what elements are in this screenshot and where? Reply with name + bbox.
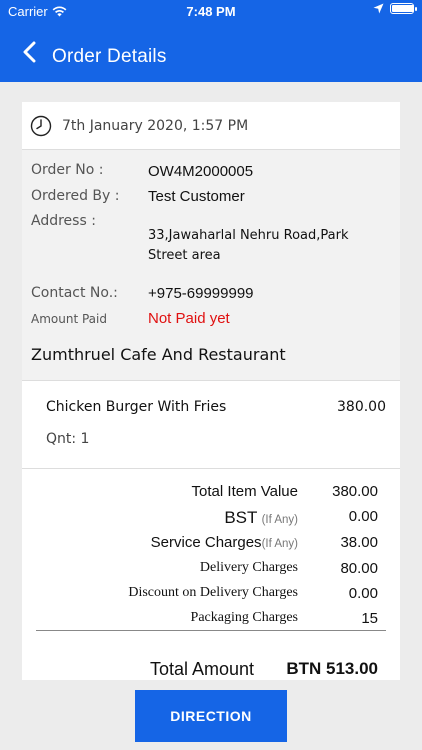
item-name: Chicken Burger With Fries [46, 399, 227, 415]
discount-label: Discount on Delivery Charges [128, 585, 298, 600]
service-charges-value: 38.00 [340, 534, 378, 551]
discount-value: 0.00 [348, 585, 378, 602]
bst-hint: (If Any) [261, 514, 298, 526]
contact-label: Contact No.: [31, 285, 118, 301]
service-charges-label: Service Charges [150, 534, 262, 551]
status-right [373, 3, 417, 14]
service-hint: (If Any) [261, 538, 298, 550]
service-charges-row: Service Charges(If Any) 38.00 [22, 534, 400, 558]
bst-label-group: BST (If Any) [224, 508, 298, 528]
delivery-charges-value: 80.00 [340, 560, 378, 577]
bst-value: 0.00 [348, 508, 378, 525]
order-card: 7th January 2020, 1:57 PM Order No : OW4… [22, 102, 400, 680]
total-amount-row: Total Amount BTN 513.00 [22, 659, 400, 680]
contact-value: +975-69999999 [148, 285, 254, 302]
bst-label: BST [224, 508, 258, 527]
order-no-value: OW4M2000005 [148, 163, 254, 180]
battery-icon [390, 3, 417, 14]
ordered-by-value: Test Customer [148, 188, 245, 205]
list-item: Chicken Burger With Fries 380.00 Qnt: 1 [22, 380, 400, 468]
clock-icon [30, 115, 52, 136]
amount-paid-label: Amount Paid [31, 312, 107, 326]
packaging-charges-value: 15 [361, 610, 378, 627]
back-button[interactable] [14, 37, 44, 67]
nav-bar: Order Details [0, 22, 422, 82]
payment-status: Not Paid yet [148, 310, 230, 327]
totals-section: Total Item Value 380.00 BST (If Any) 0.0… [22, 468, 400, 680]
total-amount-label: Total Amount [149, 659, 254, 679]
packaging-charges-label: Packaging Charges [190, 610, 298, 625]
total-item-value: 380.00 [332, 483, 378, 500]
address-label: Address : [31, 213, 96, 229]
status-time: 7:48 PM [186, 4, 236, 19]
order-date: 7th January 2020, 1:57 PM [62, 117, 249, 134]
discount-row: Discount on Delivery Charges 0.00 [22, 585, 400, 609]
item-price: 380.00 [337, 399, 386, 415]
bst-row: BST (If Any) 0.00 [22, 508, 400, 532]
order-info: Order No : OW4M2000005 Ordered By : Test… [22, 150, 400, 380]
page-title: Order Details [52, 46, 167, 67]
chevron-left-icon [23, 41, 36, 63]
delivery-charges-row: Delivery Charges 80.00 [22, 560, 400, 584]
totals-divider [36, 630, 386, 631]
total-item-value-label: Total Item Value [191, 483, 298, 500]
address-value: 33,Jawaharlal Nehru Road,Park Street are… [148, 228, 349, 263]
item-quantity: Qnt: 1 [46, 431, 90, 447]
ordered-by-label: Ordered By : [31, 188, 120, 204]
order-no-label: Order No : [31, 162, 104, 178]
service-label-group: Service Charges(If Any) [151, 534, 298, 551]
status-bar: Carrier 7:48 PM [0, 0, 422, 22]
location-arrow-icon [373, 3, 384, 14]
order-date-row: 7th January 2020, 1:57 PM [22, 102, 400, 150]
total-item-value-row: Total Item Value 380.00 [22, 483, 400, 507]
direction-button[interactable]: DIRECTION [135, 690, 287, 742]
delivery-charges-label: Delivery Charges [199, 560, 298, 575]
total-amount-value: BTN 513.00 [286, 659, 378, 678]
restaurant-name: Zumthruel Cafe And Restaurant [31, 345, 286, 364]
